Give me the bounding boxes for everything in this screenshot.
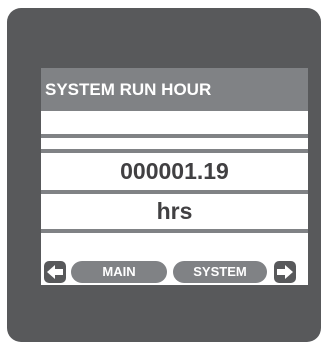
arrow-right-icon[interactable]: [274, 261, 296, 283]
main-button[interactable]: MAIN: [71, 261, 167, 283]
unit-label: hrs: [156, 198, 193, 224]
display-screen: SYSTEM RUN HOUR 000001.19 hrs MAIN SYSTE…: [41, 68, 308, 285]
arrow-left-icon[interactable]: [44, 261, 66, 283]
divider: [41, 190, 308, 194]
nav-bar: MAIN SYSTEM: [41, 259, 308, 285]
divider: [41, 149, 308, 153]
run-hour-value: 000001.19: [120, 158, 229, 184]
screen-title: SYSTEM RUN HOUR: [41, 68, 308, 111]
system-button[interactable]: SYSTEM: [173, 261, 267, 283]
divider: [41, 229, 308, 233]
divider: [41, 134, 308, 138]
